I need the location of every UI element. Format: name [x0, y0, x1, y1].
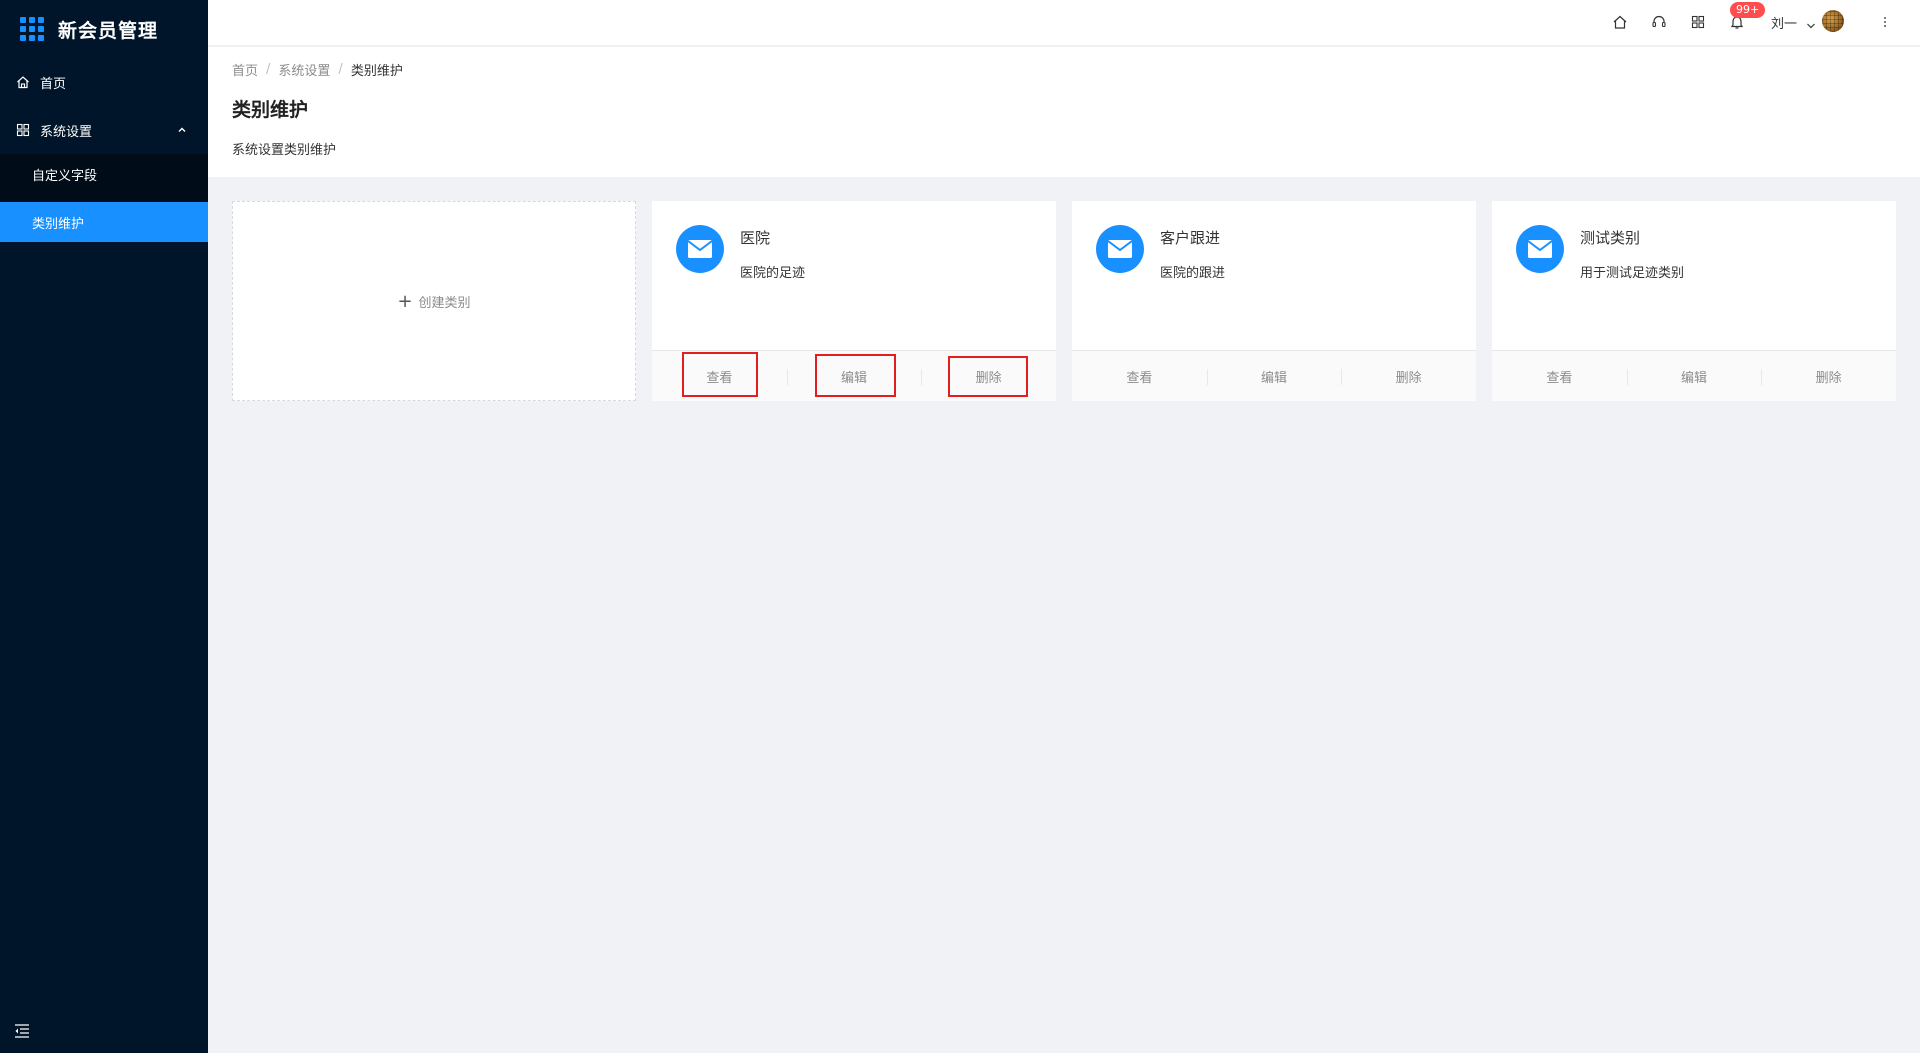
create-category-card[interactable]: + 创建类别 [232, 201, 636, 401]
highlight-box-view [682, 352, 758, 397]
sidebar-item-system-settings[interactable]: 系统设置 [0, 106, 208, 154]
highlight-box-delete [948, 356, 1028, 397]
create-category-label: 创建类别 [418, 295, 471, 311]
more-vertical-icon[interactable] [1880, 13, 1890, 31]
view-button[interactable]: 查看 [1492, 367, 1627, 386]
edit-button[interactable]: 编辑 [1206, 367, 1342, 386]
breadcrumb: 首页 / 系统设置 / 类别维护 [232, 59, 1896, 79]
appstore-icon[interactable] [1689, 13, 1707, 31]
sidebar: 新会员管理 首页 系统设置 自定义字段 类别维护 [0, 0, 208, 1053]
card-title: 医院 [740, 229, 771, 247]
page-title: 类别维护 [232, 99, 309, 121]
view-button[interactable]: 查看 [1072, 367, 1207, 386]
page-description: 系统设置类别维护 [232, 143, 337, 158]
card-description: 用于测试足迹类别 [1580, 266, 1685, 281]
mail-icon [1096, 225, 1144, 273]
breadcrumb-separator: / [338, 61, 343, 77]
home-icon [16, 75, 30, 89]
card-description: 医院的足迹 [740, 266, 806, 281]
mail-icon [1516, 225, 1564, 273]
top-header: 99+ 刘一 [208, 0, 1920, 46]
app-title: 新会员管理 [58, 19, 159, 42]
card-title: 客户跟进 [1160, 229, 1221, 247]
appstore-icon [16, 123, 30, 137]
page-header: 首页 / 系统设置 / 类别维护 类别维护 系统设置类别维护 [208, 47, 1920, 177]
breadcrumb-current: 类别维护 [350, 63, 403, 79]
chevron-up-icon [176, 124, 188, 136]
logo[interactable]: 新会员管理 [0, 0, 208, 58]
sidebar-item-custom-fields[interactable]: 自定义字段 [0, 154, 208, 194]
avatar[interactable] [1822, 10, 1844, 32]
plus-icon: + [397, 290, 413, 312]
edit-button[interactable]: 编辑 [1626, 367, 1762, 386]
highlight-box-edit [815, 354, 896, 397]
mail-icon [676, 225, 724, 273]
user-name[interactable]: 刘一 [1771, 13, 1797, 32]
category-card: 测试类别 用于测试足迹类别 查看 编辑 删除 [1492, 201, 1896, 401]
breadcrumb-separator: / [266, 61, 271, 77]
breadcrumb-home[interactable]: 首页 [232, 60, 258, 79]
breadcrumb-system-settings[interactable]: 系统设置 [278, 60, 330, 79]
delete-button[interactable]: 删除 [1341, 367, 1476, 386]
delete-button[interactable]: 删除 [1761, 367, 1896, 386]
customer-service-icon[interactable] [1650, 13, 1668, 31]
sidebar-item-category-maintenance[interactable]: 类别维护 [0, 202, 208, 242]
category-card: 客户跟进 医院的跟进 查看 编辑 删除 [1072, 201, 1476, 401]
app-grid-icon [20, 17, 44, 41]
menu-fold-icon[interactable] [14, 1023, 32, 1039]
sidebar-item-home[interactable]: 首页 [0, 58, 208, 106]
chevron-down-icon[interactable] [1806, 16, 1816, 29]
sidebar-item-label: 系统设置 [40, 124, 93, 140]
submenu-system-settings: 自定义字段 类别维护 [0, 154, 208, 242]
card-title: 测试类别 [1580, 229, 1641, 247]
card-description: 医院的跟进 [1160, 266, 1226, 281]
sidebar-item-label: 首页 [40, 76, 67, 92]
notification-badge: 99+ [1730, 2, 1766, 18]
home-icon[interactable] [1611, 13, 1629, 31]
